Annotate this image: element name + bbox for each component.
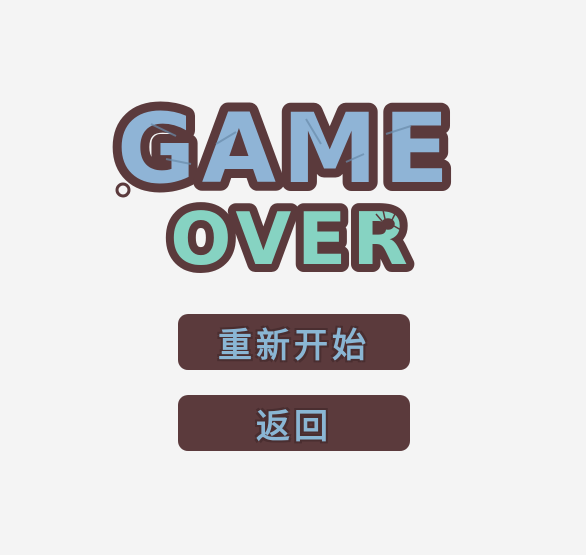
restart-button-label: 重新开始 (218, 325, 370, 366)
logo-game-text-fill: GAME (117, 93, 455, 205)
game-over-screen: GAME GAME OVER OVER 重新开始 返回 (0, 0, 586, 555)
restart-button[interactable]: 重新开始 (178, 314, 410, 370)
logo-over-text-fill: OVER (170, 197, 414, 281)
game-over-logo: GAME GAME OVER OVER (96, 84, 476, 284)
back-button-label: 返回 (256, 406, 332, 447)
back-button[interactable]: 返回 (178, 395, 410, 451)
